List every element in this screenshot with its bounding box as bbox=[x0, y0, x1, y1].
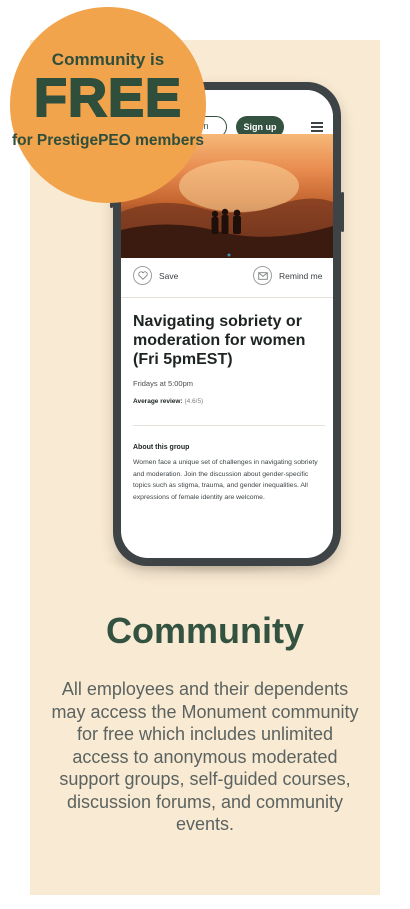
about-text: Women face a unique set of challenges in… bbox=[133, 459, 318, 501]
group-details: Navigating sobriety or moderation for wo… bbox=[133, 312, 325, 503]
heart-icon[interactable] bbox=[133, 266, 152, 285]
about-heading: About this group bbox=[133, 444, 190, 451]
review-value: (4.6/5) bbox=[184, 398, 204, 405]
group-schedule: Fridays at 5:00pm bbox=[133, 379, 194, 388]
action-bar: Save Remind me bbox=[121, 258, 333, 298]
phone-side-button bbox=[341, 192, 344, 232]
average-review: Average review: (4.6/5) bbox=[133, 398, 325, 405]
mail-icon[interactable] bbox=[253, 266, 272, 285]
hamburger-menu-icon[interactable] bbox=[311, 122, 323, 132]
remind-me-label[interactable]: Remind me bbox=[279, 271, 322, 281]
review-label: Average review: bbox=[133, 398, 183, 405]
group-title: Navigating sobriety or moderation for wo… bbox=[133, 313, 306, 368]
section-description: All employees and their dependents may a… bbox=[51, 679, 359, 834]
badge-line-3: for PrestigePEO members bbox=[11, 132, 205, 149]
section-title: Community bbox=[106, 610, 304, 651]
free-badge: Community is FREE for PrestigePEO member… bbox=[10, 7, 206, 203]
save-label[interactable]: Save bbox=[159, 271, 178, 281]
divider bbox=[133, 425, 325, 426]
badge-free-text: FREE bbox=[33, 67, 183, 129]
